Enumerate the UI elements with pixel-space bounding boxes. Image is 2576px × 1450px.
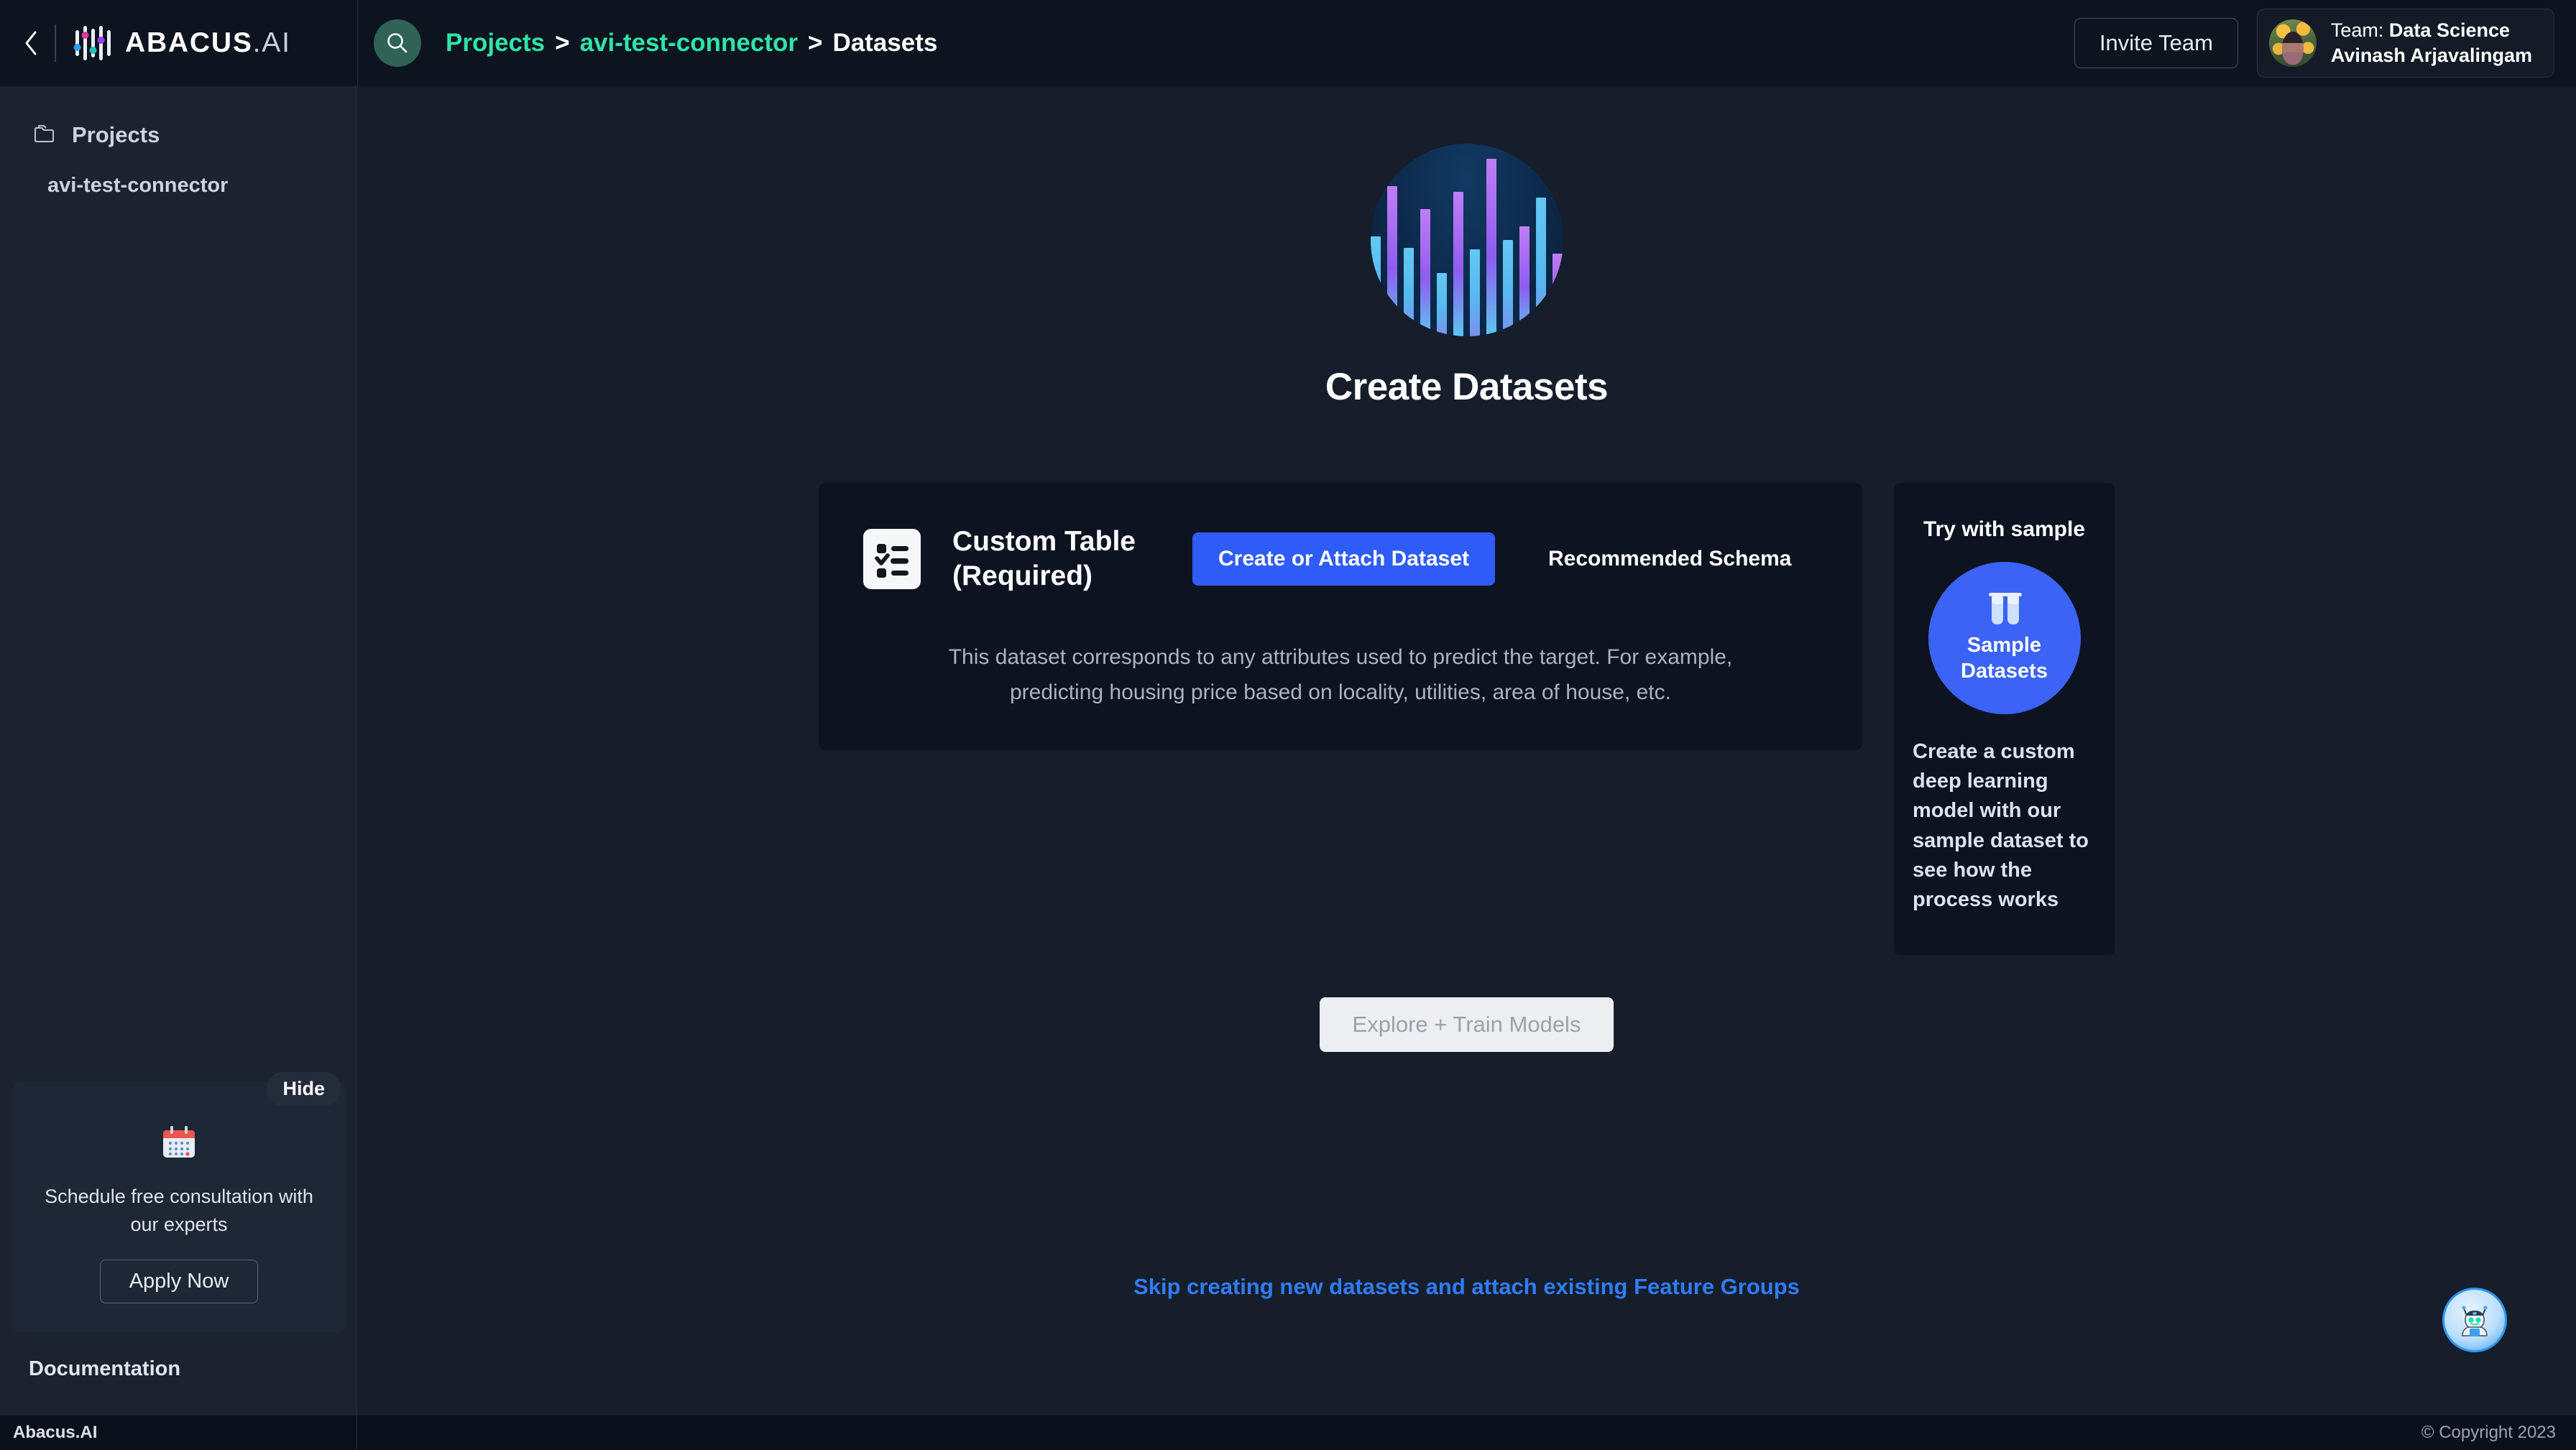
search-icon[interactable] xyxy=(374,19,421,67)
hero-logo-bar xyxy=(1552,253,1563,336)
checklist-icon xyxy=(863,528,921,589)
hero-logo-bar xyxy=(1403,247,1414,336)
header-brand-area: ABACUS.AI xyxy=(0,0,357,86)
dataset-card-title: Custom Table (Required) xyxy=(952,526,1136,591)
footer-brand: Abacus.AI xyxy=(13,1423,98,1442)
team-account-text: Team: Data Science Avinash Arjavalingam xyxy=(2331,18,2532,68)
hero-logo-bar xyxy=(1436,272,1447,336)
sample-datasets-button[interactable]: Sample Datasets xyxy=(1928,562,2081,714)
breadcrumb-separator: > xyxy=(555,29,570,57)
recommended-schema-link[interactable]: Recommended Schema xyxy=(1548,547,1791,571)
explore-train-models-button[interactable]: Explore + Train Models xyxy=(1319,997,1614,1052)
dataset-card-header: Custom Table (Required) Create or Attach… xyxy=(863,525,1818,593)
team-line: Team: Data Science xyxy=(2331,18,2532,43)
team-name: Data Science xyxy=(2388,19,2511,41)
skip-to-feature-groups-link[interactable]: Skip creating new datasets and attach ex… xyxy=(1133,1274,1800,1300)
invite-team-button[interactable]: Invite Team xyxy=(2074,18,2238,68)
brand-wordmark[interactable]: ABACUS.AI xyxy=(125,27,291,59)
sidebar-item-projects[interactable]: Projects xyxy=(0,112,356,158)
header-nav-area: Projects > avi-test-connector > Datasets… xyxy=(357,0,2576,86)
main-content: Create Datasets Custom Table (Required) … xyxy=(357,86,2576,1416)
sidebar: Projects avi-test-connector Hide Schedul… xyxy=(0,86,357,1416)
user-name: Avinash Arjavalingam xyxy=(2330,45,2532,66)
header-actions: Invite Team Team: Data Science Avinash A… xyxy=(2074,8,2554,78)
hero-logo-bar xyxy=(1370,236,1381,336)
sample-panel-title: Try with sample xyxy=(1923,517,2086,541)
breadcrumb-separator: > xyxy=(807,29,823,57)
apply-now-button[interactable]: Apply Now xyxy=(99,1260,259,1303)
hero-logo-bar xyxy=(1503,240,1514,336)
folder-icon xyxy=(33,124,56,147)
page-title: Create Datasets xyxy=(1325,366,1609,408)
robot-assistant-icon[interactable] xyxy=(2442,1288,2507,1352)
hero-logo-bar xyxy=(1420,209,1430,336)
sidebar-subitem-avi-test-connector[interactable]: avi-test-connector xyxy=(0,174,356,198)
hero-logo-bar xyxy=(1486,159,1497,336)
header-divider xyxy=(55,24,56,62)
test-tubes-icon xyxy=(1982,591,2028,627)
create-or-attach-dataset-button[interactable]: Create or Attach Dataset xyxy=(1192,532,1495,586)
breadcrumb-item-datasets: Datasets xyxy=(832,29,938,57)
hero-logo-bar xyxy=(1386,185,1397,336)
hide-promo-button[interactable]: Hide xyxy=(267,1072,341,1107)
footer-copyright: © Copyright 2023 xyxy=(2421,1423,2556,1442)
datasets-content-row: Custom Table (Required) Create or Attach… xyxy=(819,483,2115,956)
hero-logo-bar xyxy=(1453,192,1463,336)
documentation-link[interactable]: Documentation xyxy=(29,1357,180,1381)
hero-logo-bar xyxy=(1536,198,1547,336)
abacus-bars-logo xyxy=(1370,144,1563,336)
try-with-sample-panel: Try with sample Sample Datasets Create a… xyxy=(1894,483,2115,956)
sidebar-item-label: Projects xyxy=(72,122,160,147)
footer-brand-area: Abacus.AI xyxy=(0,1416,357,1450)
avatar xyxy=(2268,19,2317,67)
brand-name: ABACUS xyxy=(125,27,253,58)
hero-logo-bar xyxy=(1470,249,1481,336)
breadcrumb-item-project[interactable]: avi-test-connector xyxy=(580,29,798,57)
chevron-left-icon[interactable] xyxy=(17,29,45,57)
calendar-icon xyxy=(159,1124,199,1164)
breadcrumb-item-projects[interactable]: Projects xyxy=(446,29,545,57)
top-header: ABACUS.AI Projects > avi-test-connector … xyxy=(0,0,2576,86)
sample-datasets-label: Sample Datasets xyxy=(1961,634,2048,683)
brand-suffix: .AI xyxy=(252,27,291,58)
hero-logo-bar xyxy=(1519,226,1530,336)
consultation-promo-card: Hide Schedule free consultation with our… xyxy=(13,1072,345,1332)
team-label: Team: xyxy=(2330,19,2389,41)
breadcrumb: Projects > avi-test-connector > Datasets xyxy=(446,29,937,57)
team-account-menu[interactable]: Team: Data Science Avinash Arjavalingam xyxy=(2256,8,2554,78)
dataset-card-description: This dataset corresponds to any attribut… xyxy=(948,645,1733,704)
sample-panel-description: Create a custom deep learning model with… xyxy=(1913,740,2089,911)
abacus-logo-icon[interactable] xyxy=(72,22,116,65)
promo-text: Schedule free consultation with our expe… xyxy=(45,1186,313,1235)
custom-table-dataset-card: Custom Table (Required) Create or Attach… xyxy=(819,483,1862,751)
footer-bar: Abacus.AI © Copyright 2023 xyxy=(0,1416,2576,1450)
